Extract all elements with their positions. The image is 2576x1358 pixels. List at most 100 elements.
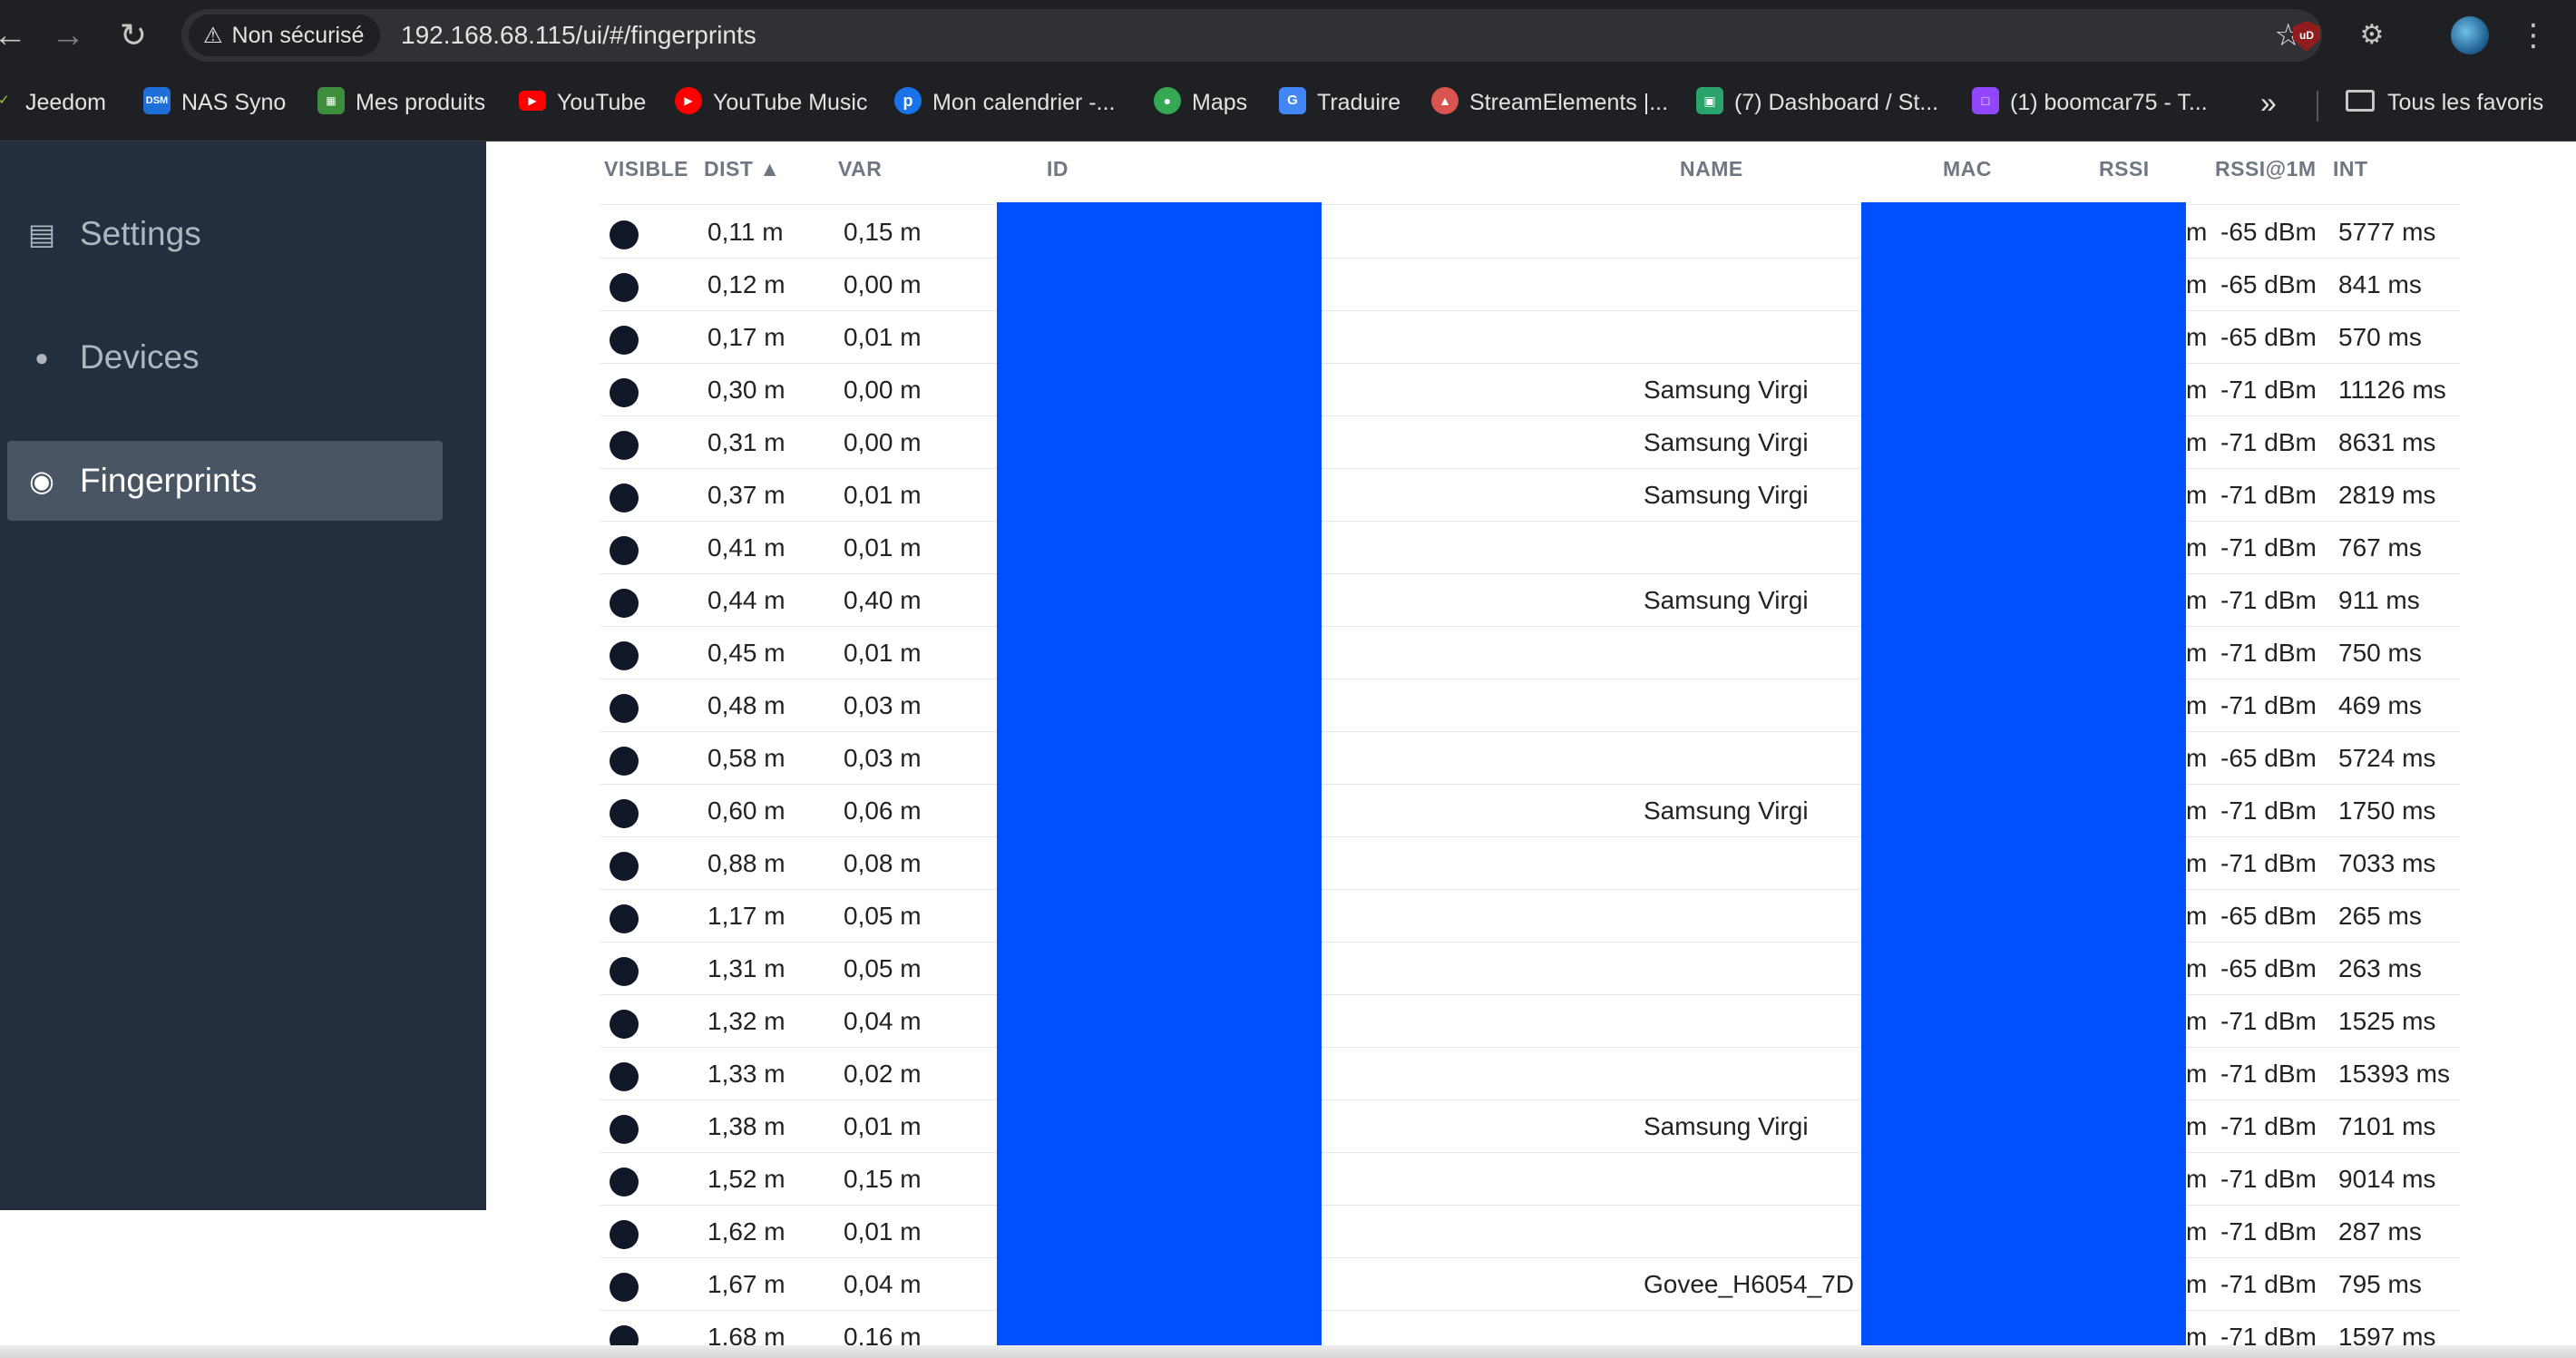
visible-indicator[interactable] (610, 799, 639, 828)
url-text[interactable]: 192.168.68.115/ui/#/fingerprints (401, 9, 756, 62)
cell-rssi-at-1m: -65 dBm (2220, 218, 2317, 246)
extensions-puzzle-icon[interactable]: ⚙ (2351, 15, 2393, 56)
cell-rssi: m (2186, 954, 2208, 982)
bookmark-twitch[interactable]: □ (1) boomcar75 - T... (1972, 71, 2208, 142)
bookmark-mes-produits[interactable]: ▦ Mes produits (317, 71, 485, 142)
visible-indicator[interactable] (610, 326, 639, 355)
cell-rssi-at-1m: -65 dBm (2220, 954, 2317, 982)
visible-indicator[interactable] (610, 589, 639, 618)
cell-dist: 0,31 m (707, 428, 785, 456)
col-name[interactable]: NAME (1680, 142, 1743, 196)
back-arrow-icon[interactable]: ← (0, 13, 33, 58)
cell-dist: 0,60 m (707, 796, 785, 825)
cell-int: 5777 ms (2338, 218, 2436, 246)
security-chip[interactable]: ⚠ Non sécurisé (189, 15, 381, 56)
cell-var: 0,04 m (844, 1007, 922, 1035)
bookmarks-overflow-icon[interactable]: » (2260, 71, 2277, 134)
visible-indicator[interactable] (610, 273, 639, 302)
cell-dist: 1,31 m (707, 954, 785, 982)
cell-dist: 1,67 m (707, 1270, 785, 1298)
visible-indicator[interactable] (610, 641, 639, 670)
bookmark-traduire[interactable]: G Traduire (1279, 71, 1400, 142)
bookmark-youtube[interactable]: ▶ YouTube (519, 71, 646, 142)
cell-int: 1525 ms (2338, 1007, 2436, 1035)
cell-name: Govee_H6054_7D (1644, 1270, 1854, 1298)
visible-indicator[interactable] (610, 957, 639, 986)
cell-int: 795 ms (2338, 1270, 2422, 1298)
visible-indicator[interactable] (610, 536, 639, 565)
cell-var: 0,01 m (844, 1217, 922, 1246)
bookmark-jeedom[interactable]: ✓ Jeedom (0, 71, 106, 142)
col-mac[interactable]: MAC (1943, 142, 1992, 196)
youtube-music-icon: ▶ (675, 87, 702, 115)
cell-var: 0,05 m (844, 954, 922, 982)
visible-indicator[interactable] (610, 747, 639, 776)
cell-dist: 1,62 m (707, 1217, 785, 1246)
cell-dist: 0,58 m (707, 744, 785, 772)
cell-rssi: m (2186, 691, 2208, 719)
col-id[interactable]: ID (1047, 142, 1068, 196)
sidebar-item-label: Settings (80, 215, 201, 252)
cell-dist: 1,17 m (707, 902, 785, 930)
youtube-icon: ▶ (519, 91, 546, 112)
visible-indicator[interactable] (610, 694, 639, 723)
bookmark-nas-syno[interactable]: DSM NAS Syno (143, 71, 286, 142)
visible-indicator[interactable] (610, 1220, 639, 1249)
cell-int: 11126 ms (2338, 376, 2446, 404)
reload-icon[interactable]: ↻ (111, 13, 156, 58)
visible-indicator[interactable] (610, 1273, 639, 1302)
cell-rssi-at-1m: -71 dBm (2220, 481, 2317, 509)
visible-indicator[interactable] (610, 852, 639, 881)
sidebar-item-fingerprints[interactable]: ◉ Fingerprints (7, 441, 443, 521)
browser-menu-icon[interactable]: ⋮ (2513, 15, 2554, 56)
visible-indicator[interactable] (610, 378, 639, 407)
maps-icon: ● (1154, 87, 1181, 115)
cell-rssi-at-1m: -71 dBm (2220, 849, 2317, 877)
address-bar[interactable]: ⚠ Non sécurisé 192.168.68.115/ui/#/finger… (181, 9, 2322, 62)
col-rssi-at-1m[interactable]: RSSI@1M (2215, 142, 2317, 196)
cell-int: 15393 ms (2338, 1060, 2450, 1088)
visible-indicator[interactable] (610, 431, 639, 460)
visible-indicator[interactable] (610, 1167, 639, 1197)
ublock-extension-icon[interactable]: uD (2286, 15, 2327, 56)
forward-arrow-icon[interactable]: → (45, 13, 91, 58)
visible-indicator[interactable] (610, 904, 639, 933)
streamelements-icon: ▲ (1431, 87, 1459, 115)
dsm-icon: DSM (143, 87, 171, 115)
sidebar-item-devices[interactable]: ● Devices (7, 318, 443, 397)
visible-indicator[interactable] (610, 1062, 639, 1091)
bookmark-streamelements[interactable]: ▲ StreamElements |... (1431, 71, 1668, 142)
bookmark-calendar[interactable]: p Mon calendrier -... (894, 71, 1115, 142)
visible-indicator[interactable] (610, 1010, 639, 1039)
cell-rssi: m (2186, 1007, 2208, 1035)
bookmark-youtube-music[interactable]: ▶ YouTube Music (675, 71, 867, 142)
col-int[interactable]: INT (2333, 142, 2368, 196)
translate-icon: G (1279, 87, 1306, 115)
bookmarks-divider (2317, 91, 2318, 122)
cell-rssi: m (2186, 481, 2208, 509)
col-rssi[interactable]: RSSI (2099, 142, 2150, 196)
cell-rssi-at-1m: -71 dBm (2220, 376, 2317, 404)
cell-int: 7101 ms (2338, 1112, 2436, 1140)
cell-rssi-at-1m: -71 dBm (2220, 1060, 2317, 1088)
cell-rssi: m (2186, 1112, 2208, 1140)
profile-avatar[interactable] (2449, 15, 2491, 56)
col-var[interactable]: VAR (838, 142, 882, 196)
cell-var: 0,00 m (844, 270, 922, 298)
cell-var: 0,15 m (844, 1165, 922, 1193)
cell-int: 9014 ms (2338, 1165, 2436, 1193)
cell-rssi: m (2186, 1060, 2208, 1088)
bookmark-dashboard[interactable]: ▣ (7) Dashboard / St... (1696, 71, 1938, 142)
visible-indicator[interactable] (610, 1115, 639, 1144)
cell-var: 0,15 m (844, 218, 922, 246)
visible-indicator[interactable] (610, 220, 639, 249)
sidebar-item-settings[interactable]: ▤ Settings (7, 194, 443, 274)
bookmark-maps[interactable]: ● Maps (1154, 71, 1247, 142)
col-visible[interactable]: VISIBLE (604, 142, 688, 196)
cell-rssi-at-1m: -65 dBm (2220, 323, 2317, 351)
visible-indicator[interactable] (610, 484, 639, 513)
cell-int: 1750 ms (2338, 796, 2436, 825)
col-dist[interactable]: DIST ▲ (704, 142, 781, 196)
all-bookmarks-folder[interactable]: Tous les favoris (2346, 71, 2543, 134)
cell-rssi-at-1m: -71 dBm (2220, 691, 2317, 719)
